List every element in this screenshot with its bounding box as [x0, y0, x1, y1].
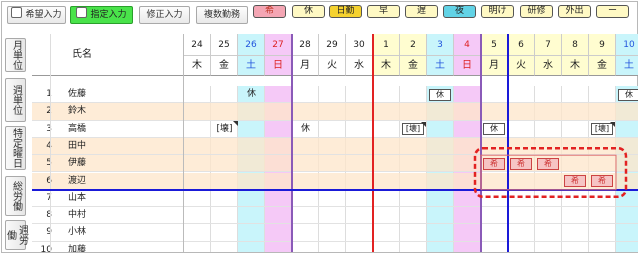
day-number-header[interactable]: 28 [292, 34, 319, 56]
side-nav-button-2[interactable]: 週単位 [5, 78, 26, 122]
toolbar-button-label: 希望入力 [25, 10, 62, 20]
shift-type-button-7[interactable]: 明け [481, 5, 514, 18]
shift-type-button-10[interactable]: ー [596, 5, 629, 18]
day-of-week-header: 土 [616, 56, 638, 76]
day-of-week-header: 火 [319, 56, 346, 76]
shift-type-button-6[interactable]: 夜 [443, 5, 476, 18]
day-number-header[interactable]: 29 [319, 34, 346, 56]
side-nav-button-5[interactable]: 週労働 [5, 220, 28, 250]
shift-entry[interactable]: 希 [483, 157, 505, 170]
day-number-header[interactable]: 8 [562, 34, 589, 56]
day-number-header[interactable]: 26 [238, 34, 265, 56]
day-of-week-header: 木 [184, 56, 211, 76]
shift-entry[interactable]: 希 [537, 157, 559, 170]
corner-marker-icon [233, 120, 238, 126]
day-of-week-header: 木 [562, 56, 589, 76]
day-of-week-header: 日 [454, 56, 481, 76]
corner-marker-icon [610, 121, 615, 127]
toolbar-button-label: 複数勤務 [203, 10, 240, 20]
day-number-header[interactable]: 4 [454, 34, 481, 56]
name-column-header: 氏名 [32, 34, 184, 76]
day-of-week-header: 火 [508, 56, 535, 76]
day-number-header[interactable]: 25 [211, 34, 238, 56]
grid-divider [50, 34, 51, 252]
employee-name[interactable]: 山本 [68, 190, 168, 207]
day-number-header[interactable]: 24 [184, 34, 211, 56]
toolbar-button-4[interactable]: 複数勤務 [196, 6, 248, 24]
day-number-header[interactable]: 5 [481, 34, 508, 56]
employee-name[interactable]: 伊藤 [68, 155, 168, 172]
shift-type-button-5[interactable]: 遅 [405, 5, 438, 18]
day-of-week-header: 水 [346, 56, 373, 76]
day-of-week-header: 水 [535, 56, 562, 76]
shift-entry[interactable]: 休 [618, 88, 638, 101]
corner-marker-icon [421, 121, 426, 127]
day-of-week-header: 月 [292, 56, 319, 76]
employee-name[interactable]: 加藤 [68, 242, 168, 252]
day-of-week-header: 日 [265, 56, 292, 76]
day-of-week-header: 月 [481, 56, 508, 76]
grid-divider [183, 34, 184, 252]
day-number-header[interactable]: 2 [400, 34, 427, 56]
shift-type-button-9[interactable]: 外出 [558, 5, 591, 18]
shift-type-button-2[interactable]: 休 [292, 5, 325, 18]
side-nav-button-4[interactable]: 総労働 [5, 176, 26, 216]
day-number-header[interactable]: 1 [373, 34, 400, 56]
toolbar-button-3[interactable]: 修正入力 [139, 6, 190, 24]
day-of-week-header: 土 [238, 56, 265, 76]
day-of-week-header: 木 [373, 56, 400, 76]
shift-type-button-8[interactable]: 研修 [520, 5, 553, 18]
employee-name[interactable]: 佐藤 [68, 86, 168, 103]
day-number-header[interactable]: 30 [346, 34, 373, 56]
day-number-header[interactable]: 3 [427, 34, 454, 56]
side-nav-button-1[interactable]: 月単位 [5, 38, 26, 72]
shift-entry[interactable]: 希 [591, 175, 613, 187]
shift-entry[interactable]: 休 [292, 121, 319, 138]
shift-entry[interactable]: 休 [238, 86, 265, 103]
employee-name[interactable]: 高橋 [68, 121, 168, 138]
week-divider-line [480, 34, 482, 252]
shift-entry[interactable]: 休 [429, 88, 451, 101]
shift-type-button-4[interactable]: 早 [367, 5, 400, 18]
employee-name[interactable]: 小林 [68, 224, 168, 241]
employee-name[interactable]: 鈴木 [68, 103, 168, 120]
day-number-header[interactable]: 6 [508, 34, 535, 56]
toolbar-button-label: 指定入力 [90, 10, 127, 20]
day-of-week-header: 金 [400, 56, 427, 76]
employee-name[interactable]: 田中 [68, 138, 168, 155]
month-boundary-line [372, 34, 374, 252]
week-divider-line [291, 34, 293, 252]
shift-entry[interactable]: 希 [564, 175, 586, 187]
employee-name[interactable]: 中村 [68, 207, 168, 224]
day-number-header[interactable]: 10 [616, 34, 638, 56]
shift-type-button-1[interactable]: 希 [253, 5, 286, 18]
toolbar-button-2[interactable]: 指定入力 [70, 6, 133, 24]
side-nav-button-3[interactable]: 特定曜日 [5, 126, 26, 170]
current-row-line [32, 188, 638, 191]
shift-entry[interactable]: 希 [510, 157, 532, 170]
shift-entry[interactable]: 休 [483, 123, 505, 136]
schedule-grid: 氏名 24 木 25 金 26 土 27 日 28 月 29 火 30 水 1 木 2 金 3 土 4 日 5 月 6 火 7 水 8 木 9… [32, 34, 638, 252]
shift-type-button-3[interactable]: 日勤 [329, 5, 362, 18]
toolbar-button-1[interactable]: 希望入力 [7, 6, 66, 24]
checkbox-icon [76, 7, 88, 18]
day-number-header[interactable]: 27 [265, 34, 292, 56]
day-of-week-header: 金 [589, 56, 616, 76]
day-of-week-header: 金 [211, 56, 238, 76]
employee-name[interactable]: 渡辺 [68, 173, 168, 190]
day-number-header[interactable]: 7 [535, 34, 562, 56]
checkbox-icon [11, 7, 23, 18]
toolbar-button-label: 修正入力 [146, 10, 183, 20]
today-column-line [507, 34, 509, 252]
day-number-header[interactable]: 9 [589, 34, 616, 56]
day-of-week-header: 土 [427, 56, 454, 76]
